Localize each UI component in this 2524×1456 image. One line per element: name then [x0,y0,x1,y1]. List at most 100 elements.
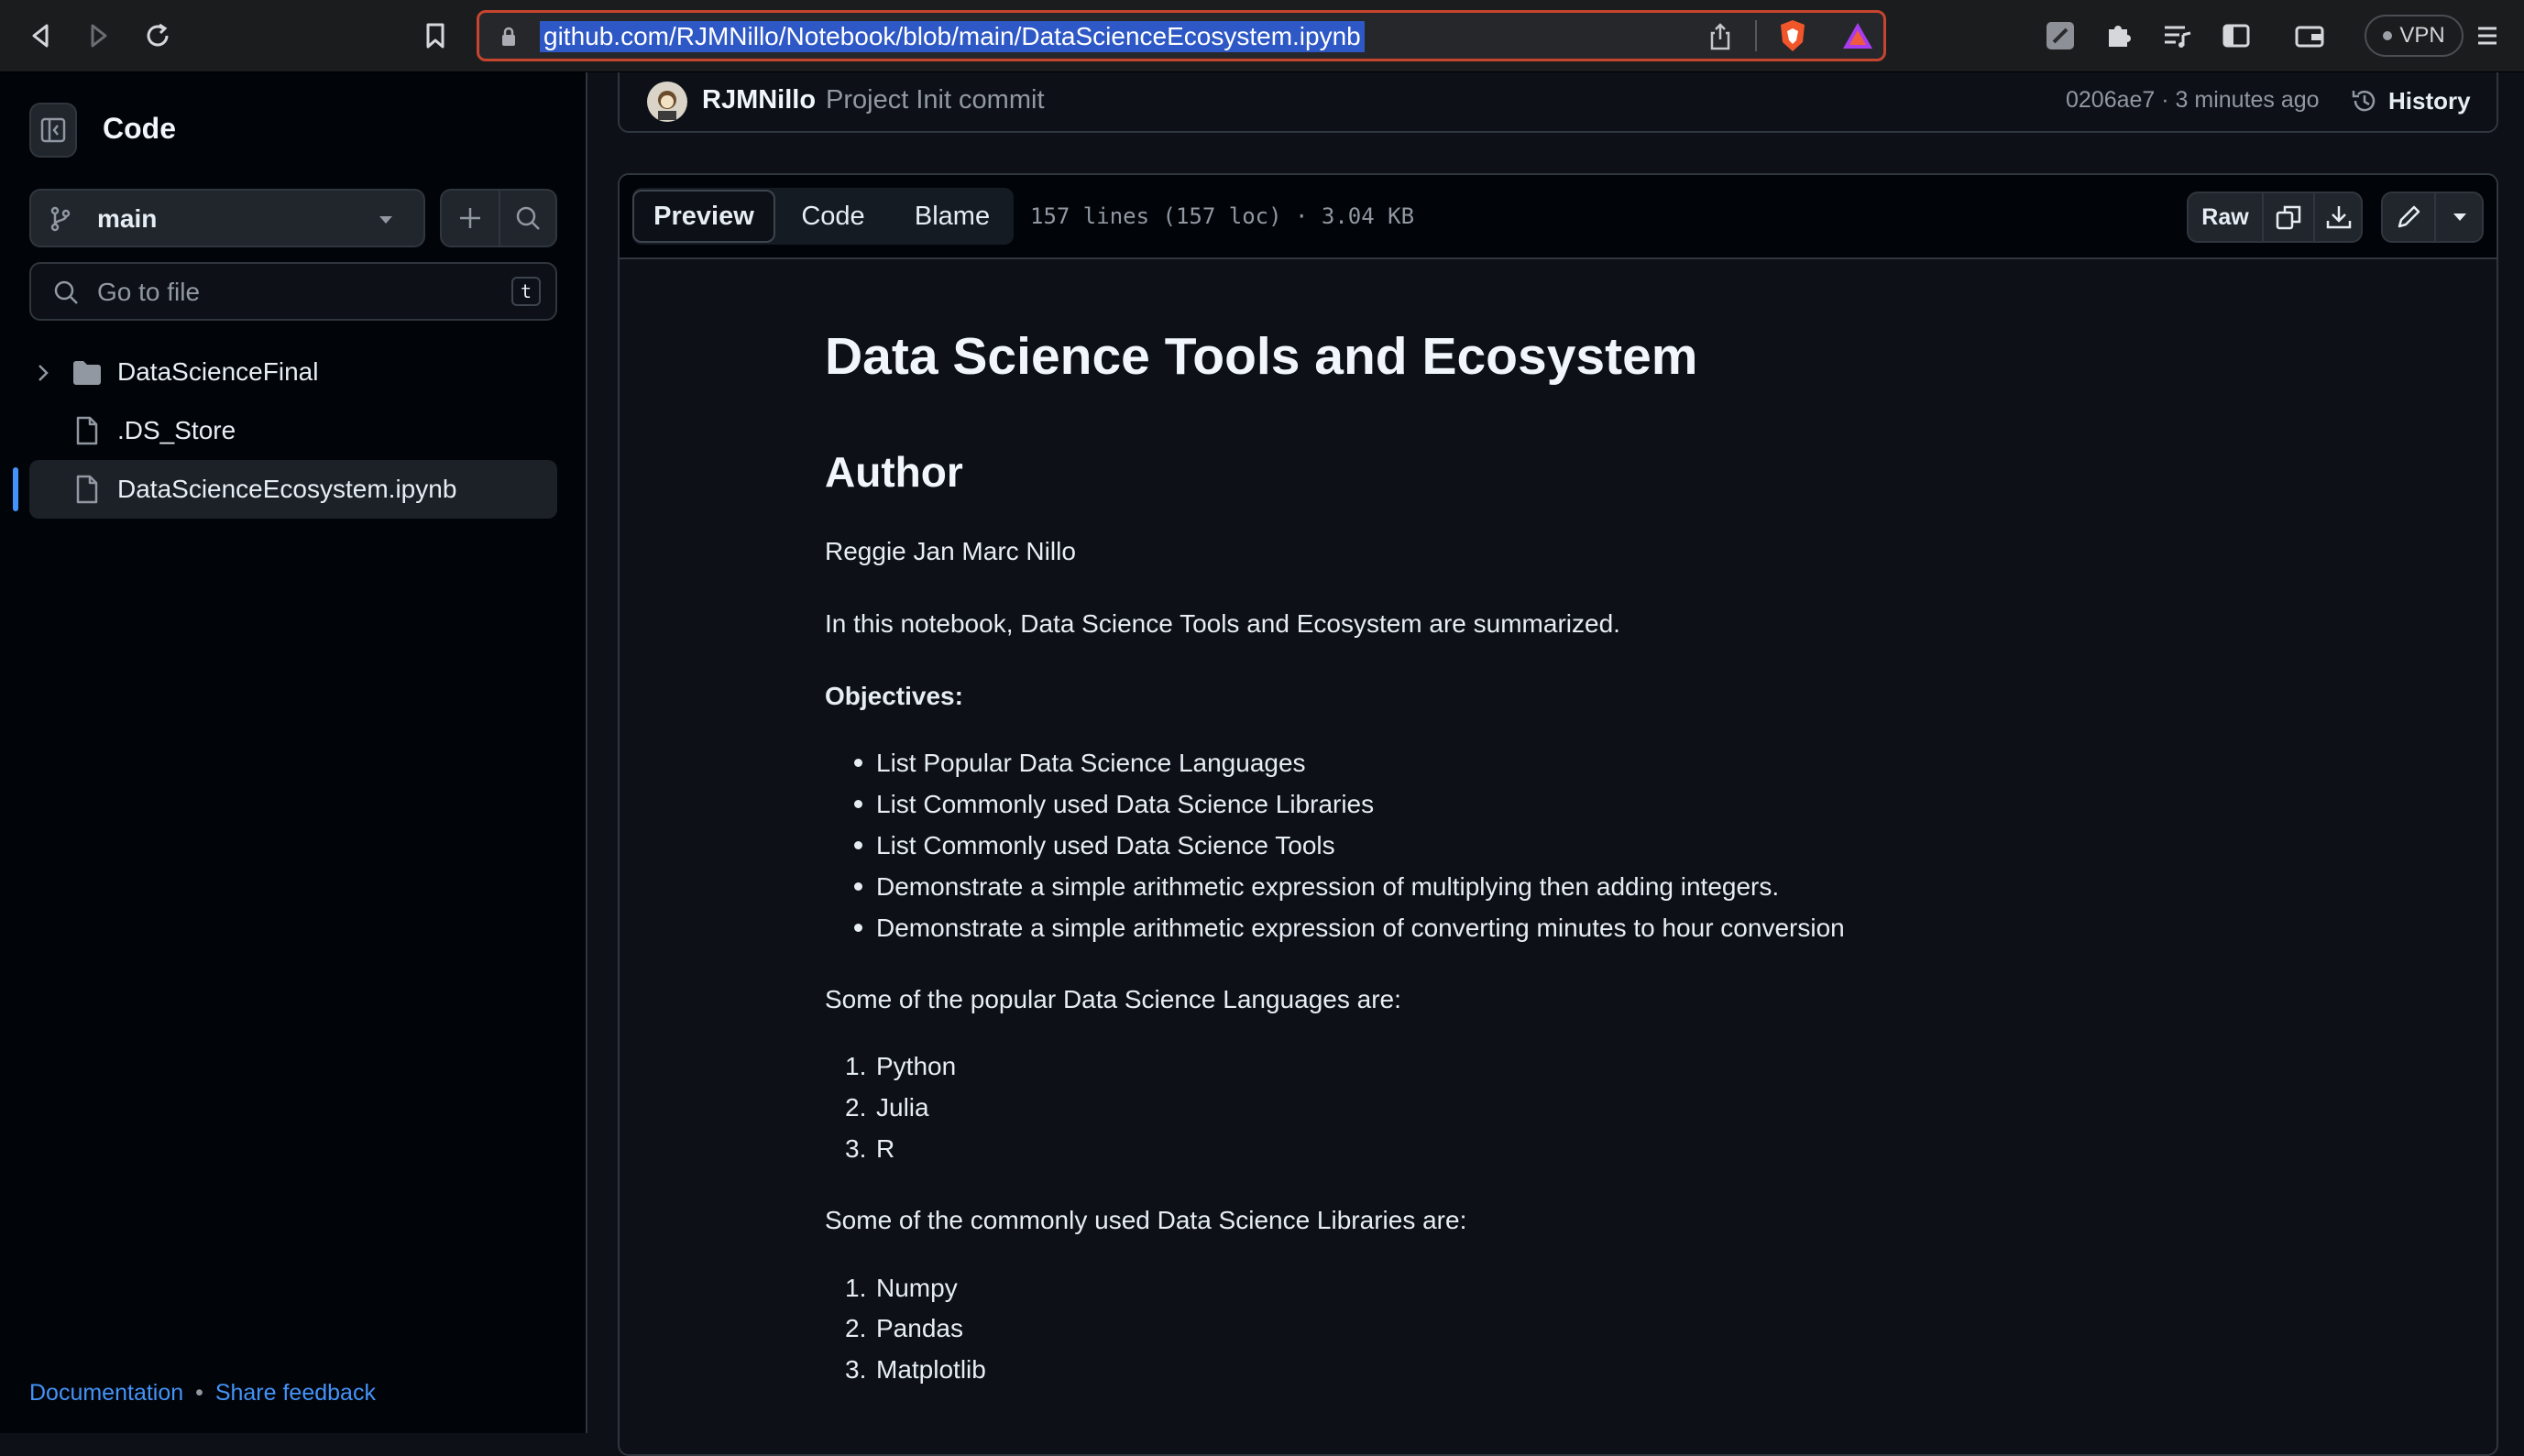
chevron-right-icon [38,365,49,381]
vpn-label: VPN [2399,23,2445,48]
branch-name: main [97,204,158,233]
git-branch-icon [50,206,71,232]
reload-button[interactable] [132,10,183,61]
sidebar-title: Code [103,112,176,145]
bookmark-icon [426,23,444,49]
language-item: Julia [876,1093,929,1122]
extension-button[interactable] [2035,10,2086,61]
back-arrow-icon [32,24,49,48]
branch-selector[interactable]: main [29,189,425,247]
add-file-button[interactable] [442,191,499,246]
copy-raw-button[interactable] [2264,193,2313,241]
search-icon [54,280,78,304]
tree-item-file[interactable]: .DS_Store [29,403,557,460]
extension-app-icon [2047,22,2074,49]
share-feedback-link[interactable]: Share feedback [215,1380,376,1406]
language-item: Python [876,1052,957,1080]
go-to-file-input[interactable]: Go to file t [29,262,557,321]
tree-item-label: DataScienceFinal [117,357,319,386]
vpn-button[interactable]: VPN [2365,15,2464,57]
notebook-title: Data Science Tools and Ecosystem [825,327,1698,386]
download-button[interactable] [2315,193,2363,241]
language-item: R [876,1134,895,1163]
edit-file-button[interactable] [2383,193,2434,241]
bullet-marker [854,759,862,767]
documentation-link[interactable]: Documentation [29,1380,183,1406]
sidebar-footer: Documentation • Share feedback [29,1380,376,1407]
file-icon [76,416,98,445]
commit-message[interactable]: Project Init commit [826,85,1045,115]
library-item: Pandas [876,1314,963,1342]
objective-item: List Popular Data Science Languages [876,749,1306,777]
wallet-icon [2295,26,2324,48]
download-icon [2326,206,2352,229]
languages-intro: Some of the popular Data Science Languag… [825,985,1401,1013]
tab-code[interactable]: Code [775,190,891,243]
objective-item: List Commonly used Data Science Librarie… [876,790,1375,818]
file-header: Preview Code Blame 157 lines (157 loc) ·… [620,175,2497,259]
brave-shields-icon[interactable] [1777,18,1808,53]
sidebar-action-group [440,189,557,247]
tree-item-label: .DS_Store [117,416,236,444]
objective-item: List Commonly used Data Science Tools [876,831,1335,859]
tab-preview[interactable]: Preview [632,190,775,243]
playlist-icon [2165,26,2191,48]
chevron-down-icon [379,216,392,224]
list-number: 1. [845,1274,867,1302]
commit-author[interactable]: RJMNillo [702,85,816,115]
brave-rewards-icon[interactable] [1841,21,1874,50]
wallet-button[interactable] [2284,10,2335,61]
library-item: Numpy [876,1274,958,1302]
list-number: 1. [845,1052,867,1080]
library-item: Matplotlib [876,1355,986,1384]
objective-item: Demonstrate a simple arithmetic expressi… [876,914,1845,942]
search-icon [516,206,540,230]
reload-icon [147,23,169,47]
sidebar-toggle-button[interactable] [2211,10,2262,61]
keyboard-shortcut-hint: t [511,277,541,306]
share-icon[interactable] [1707,22,1733,51]
list-number: 2. [845,1093,867,1122]
history-button[interactable]: History [2350,80,2471,122]
collapse-sidebar-button[interactable] [29,103,77,158]
bookmark-button[interactable] [410,10,461,61]
edit-actions-group [2381,192,2484,243]
tree-item-folder[interactable]: DataScienceFinal [29,345,557,401]
menu-button[interactable] [2462,10,2513,61]
puzzle-icon [2109,26,2131,47]
pencil-icon [2398,205,2420,228]
back-button[interactable] [15,10,66,61]
bullet-marker [854,800,862,808]
playlist-button[interactable] [2152,10,2203,61]
avatar[interactable] [647,82,687,122]
forward-button[interactable] [73,10,125,61]
bullet-marker [854,841,862,849]
hamburger-menu-icon [2478,27,2497,45]
plus-icon [460,208,480,228]
author-heading: Author [825,448,963,496]
commit-sha-time[interactable]: 0206ae7 · 3 minutes ago [2066,87,2320,114]
intro-paragraph: In this notebook, Data Science Tools and… [825,609,1620,638]
tab-blame[interactable]: Blame [891,190,1014,243]
tree-item-file-selected[interactable]: DataScienceEcosystem.ipynb [29,460,557,519]
history-icon [2352,90,2376,112]
sidebar-icon [2222,24,2250,48]
raw-button[interactable]: Raw [2189,193,2262,241]
lock-icon [502,27,515,46]
libraries-intro: Some of the commonly used Data Science L… [825,1206,1467,1234]
edit-options-button[interactable] [2436,193,2484,241]
extensions-button[interactable] [2093,10,2145,61]
folder-icon [73,361,101,385]
raw-actions-group: Raw [2187,192,2363,243]
latest-commit-bar: RJMNillo Project Init commit 0206ae7 · 3… [618,72,2498,133]
sidebar-collapse-icon [40,117,66,143]
list-number: 3. [845,1134,867,1163]
footer-separator: • [195,1380,203,1406]
history-label: History [2388,86,2471,115]
browser-toolbar: github.com/RJMNillo/Notebook/blob/main/D… [0,0,2524,72]
search-files-button[interactable] [500,191,555,246]
selected-indicator [13,467,18,511]
avatar-image [658,91,676,120]
url-text[interactable]: github.com/RJMNillo/Notebook/blob/main/D… [540,21,1365,52]
address-bar[interactable]: github.com/RJMNillo/Notebook/blob/main/D… [477,10,1886,61]
